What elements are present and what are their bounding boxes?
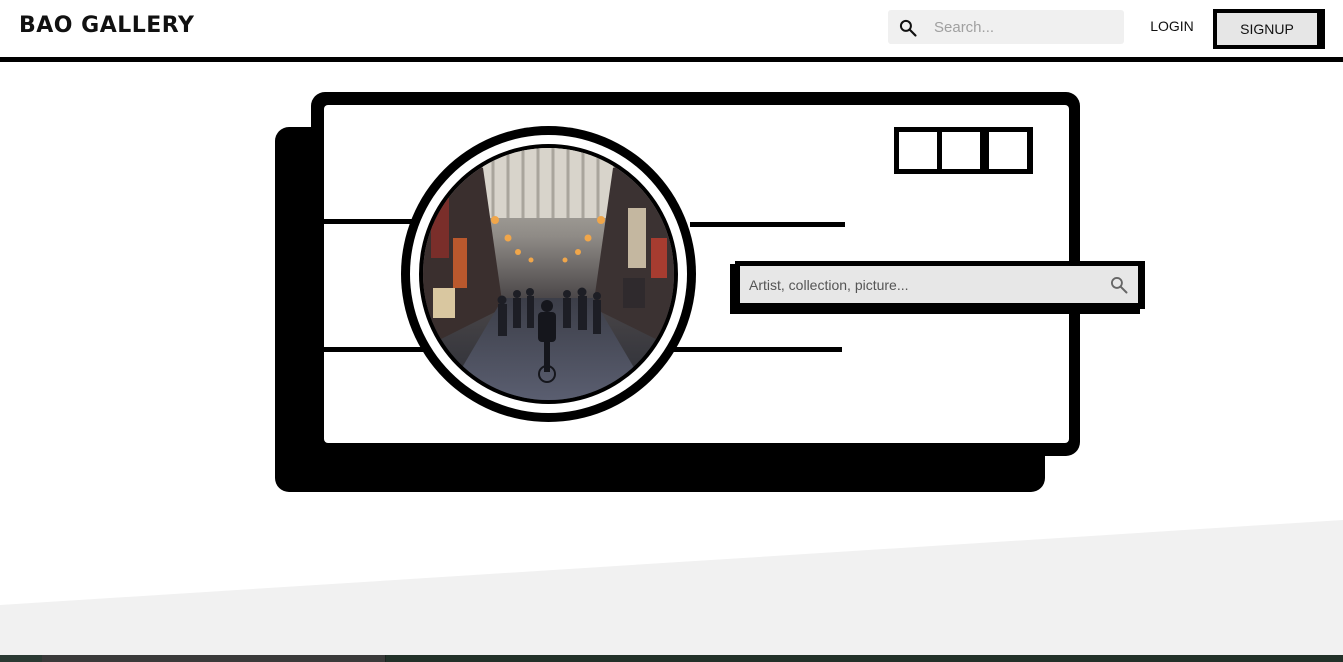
login-button[interactable]: LOGIN: [1144, 18, 1200, 38]
street-photo-image: [423, 148, 674, 400]
hero-search-input[interactable]: [749, 266, 1089, 303]
signup-button[interactable]: SIGNUP: [1213, 9, 1325, 49]
search-icon[interactable]: [1109, 275, 1129, 295]
search-icon[interactable]: [898, 18, 918, 38]
hero-search-bar[interactable]: [735, 261, 1145, 309]
preview-tile: [42, 655, 385, 662]
next-section-preview: [0, 655, 1343, 662]
camera-stripe-top: [324, 219, 414, 224]
brand-logo[interactable]: BAO GALLERY: [19, 13, 194, 38]
camera-stripe-top-right: [690, 222, 845, 227]
viewfinder-cell: [899, 132, 937, 169]
top-nav: BAO GALLERY LOGIN SIGNUP: [0, 0, 1343, 58]
hero-search-field[interactable]: [740, 266, 1138, 303]
camera-stripe-bottom: [324, 347, 424, 352]
camera-viewfinder: [894, 127, 1033, 174]
header-search-bar[interactable]: [888, 10, 1124, 44]
lens-street-photo: [419, 144, 678, 404]
signup-label: SIGNUP: [1217, 13, 1317, 45]
camera-stripe-bottom-right: [672, 347, 842, 352]
preview-tile: [0, 655, 42, 662]
header-search-input[interactable]: [934, 10, 1114, 44]
header-divider: [0, 57, 1343, 62]
viewfinder-cell: [989, 132, 1027, 169]
section-slope-divider: [0, 520, 1343, 662]
viewfinder-cell: [942, 132, 980, 169]
preview-tile: [386, 655, 1343, 662]
